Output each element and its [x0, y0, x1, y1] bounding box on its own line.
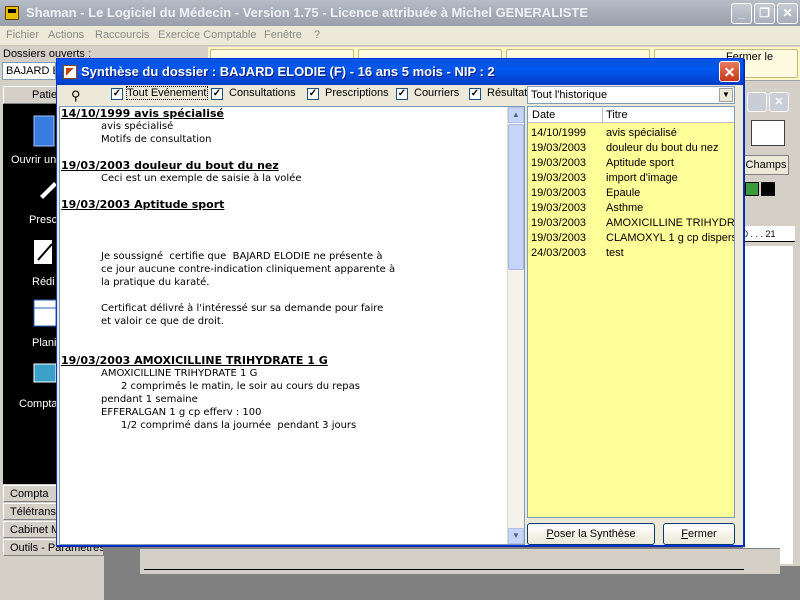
menu-raccourcis[interactable]: Raccourcis [95, 29, 149, 41]
list-item[interactable]: 14/10/1999 avis spécialisé [528, 126, 734, 141]
entry-line: avis spécialisé [101, 121, 174, 132]
entry-title: 19/03/2003 Aptitude sport [61, 198, 225, 211]
main-window-title: Shaman - Le Logiciel du Médecin - Versio… [26, 5, 589, 20]
history-select[interactable]: Tout l'historique ▼ [527, 86, 735, 104]
entry-line: Ceci est un exemple de saisie à la volée [101, 173, 302, 184]
synthesis-content[interactable]: 14/10/1999 avis spécialisé avis spéciali… [59, 106, 525, 545]
scroll-down-icon[interactable]: ▼ [508, 528, 524, 544]
list-item[interactable]: 19/03/2003 AMOXICILLINE TRIHYDRA [528, 216, 734, 231]
label-courriers[interactable]: Courriers [414, 87, 459, 99]
color-green-swatch[interactable] [745, 182, 759, 196]
restore-button[interactable]: ❐ [754, 3, 775, 24]
folder-icon[interactable] [32, 114, 58, 148]
list-item[interactable]: 19/03/2003 Epaule [528, 186, 734, 201]
menu-fichier[interactable]: Fichier [6, 29, 39, 41]
scroll-thumb[interactable] [508, 124, 524, 270]
content-scrollbar[interactable]: ▲ ▼ [507, 107, 524, 544]
dialog-right-edge [737, 106, 743, 545]
entry-line: EFFERALGAN 1 g cp efferv : 100 [101, 407, 262, 418]
column-date[interactable]: Date [532, 109, 555, 121]
list-item[interactable]: 19/03/2003 Aptitude sport [528, 156, 734, 171]
scroll-up-icon[interactable]: ▲ [508, 107, 524, 123]
dialog-close-button[interactable] [719, 61, 740, 82]
bg-editor-panel: ✕ Champs 0 . . . 21 [743, 86, 800, 566]
entry-line: 2 comprimés le matin, le soir au cours d… [121, 381, 360, 392]
dialog-title: Synthèse du dossier : BAJARD ELODIE (F) … [81, 64, 495, 79]
close-button[interactable]: ✕ [777, 3, 798, 24]
list-item[interactable]: 19/03/2003 Asthme [528, 201, 734, 216]
list-item[interactable]: 19/03/2003 CLAMOXYL 1 g cp dispersi [528, 231, 734, 246]
document-icon[interactable] [751, 120, 785, 146]
bg-bottom-area [140, 548, 780, 574]
binoculars-icon[interactable]: ⚲ [71, 88, 81, 104]
checkbox-consultations[interactable]: ✓ [211, 88, 223, 100]
dialog-title-bar[interactable]: Synthèse du dossier : BAJARD ELODIE (F) … [57, 59, 743, 85]
poser-synthese-button[interactable]: Poser la Synthèse [527, 523, 655, 545]
entry-line: et valoir ce que de droit. [101, 316, 225, 327]
checkbox-tout-evenement[interactable]: ✓ [111, 88, 123, 100]
fermer-button[interactable]: Fermer [663, 523, 735, 545]
list-header: Date Titre [528, 107, 734, 123]
calculator-icon[interactable] [32, 362, 58, 386]
entry-line: AMOXICILLINE TRIHYDRATE 1 G [101, 368, 258, 379]
menu-actions[interactable]: Actions [48, 29, 84, 41]
synthesis-dialog: Synthèse du dossier : BAJARD ELODIE (F) … [56, 58, 744, 546]
menu-help[interactable]: ? [314, 29, 320, 41]
checkbox-prescriptions[interactable]: ✓ [307, 88, 319, 100]
entry-title: 19/03/2003 AMOXICILLINE TRIHYDRATE 1 G [61, 354, 328, 367]
entry-line: la pratique du karaté. [101, 277, 210, 288]
dossiers-combo[interactable]: BAJARD E [2, 62, 56, 80]
checkbox-courriers[interactable]: ✓ [396, 88, 408, 100]
champs-button[interactable]: Champs [743, 155, 789, 175]
calendar-icon[interactable] [32, 298, 58, 330]
list-item[interactable]: 24/03/2003 test [528, 246, 734, 261]
bg-restore-button[interactable] [747, 92, 767, 112]
history-list[interactable]: Date Titre 14/10/1999 avis spécialisé 19/… [527, 106, 735, 518]
filter-bar: ⚲ ✓ Tout Evénement ✓ Consultations ✓ Pre… [59, 86, 527, 104]
entry-line: pendant 1 semaine [101, 394, 198, 405]
dialog-icon [63, 65, 77, 79]
history-select-value: Tout l'historique [531, 89, 608, 101]
color-black-swatch[interactable] [761, 182, 775, 196]
label-prescriptions[interactable]: Prescriptions [325, 87, 389, 99]
bg-close-button[interactable]: ✕ [769, 92, 789, 112]
menu-exercice-comptable[interactable]: Exercice Comptable [158, 29, 256, 41]
checkbox-resultats[interactable]: ✓ [469, 88, 481, 100]
label-resultats[interactable]: Résultat [487, 87, 527, 99]
entry-line: Certificat délivré à l'intéressé sur sa … [101, 303, 384, 314]
list-item[interactable]: 19/03/2003 import d'image [528, 171, 734, 186]
entry-title: 19/03/2003 douleur du bout du nez [61, 159, 279, 172]
document-page [743, 246, 793, 564]
entry-title: 14/10/1999 avis spécialisé [61, 107, 224, 120]
column-titre[interactable]: Titre [606, 109, 628, 121]
main-title-bar: Shaman - Le Logiciel du Médecin - Versio… [0, 0, 800, 26]
entry-line: ce jour aucune contre-indication cliniqu… [101, 264, 396, 275]
label-consultations[interactable]: Consultations [229, 87, 296, 99]
write-icon[interactable] [32, 238, 58, 268]
entry-line: Je soussigné certifie que BAJARD ELODIE … [101, 251, 383, 262]
list-item[interactable]: 19/03/2003 douleur du bout du nez [528, 141, 734, 156]
menu-bar: Fichier Actions Raccourcis Exercice Comp… [0, 26, 800, 46]
label-tout-evenement[interactable]: Tout Evénement [126, 86, 208, 100]
app-icon [5, 6, 19, 20]
minimize-button[interactable]: _ [731, 3, 752, 24]
entry-line: 1/2 comprimé dans la journée pendant 3 j… [121, 420, 357, 431]
entry-line: Motifs de consultation [101, 134, 212, 145]
chevron-down-icon[interactable]: ▼ [719, 88, 733, 102]
ruler: 0 . . . 21 [743, 226, 795, 242]
menu-fenetre[interactable]: Fenêtre [264, 29, 302, 41]
